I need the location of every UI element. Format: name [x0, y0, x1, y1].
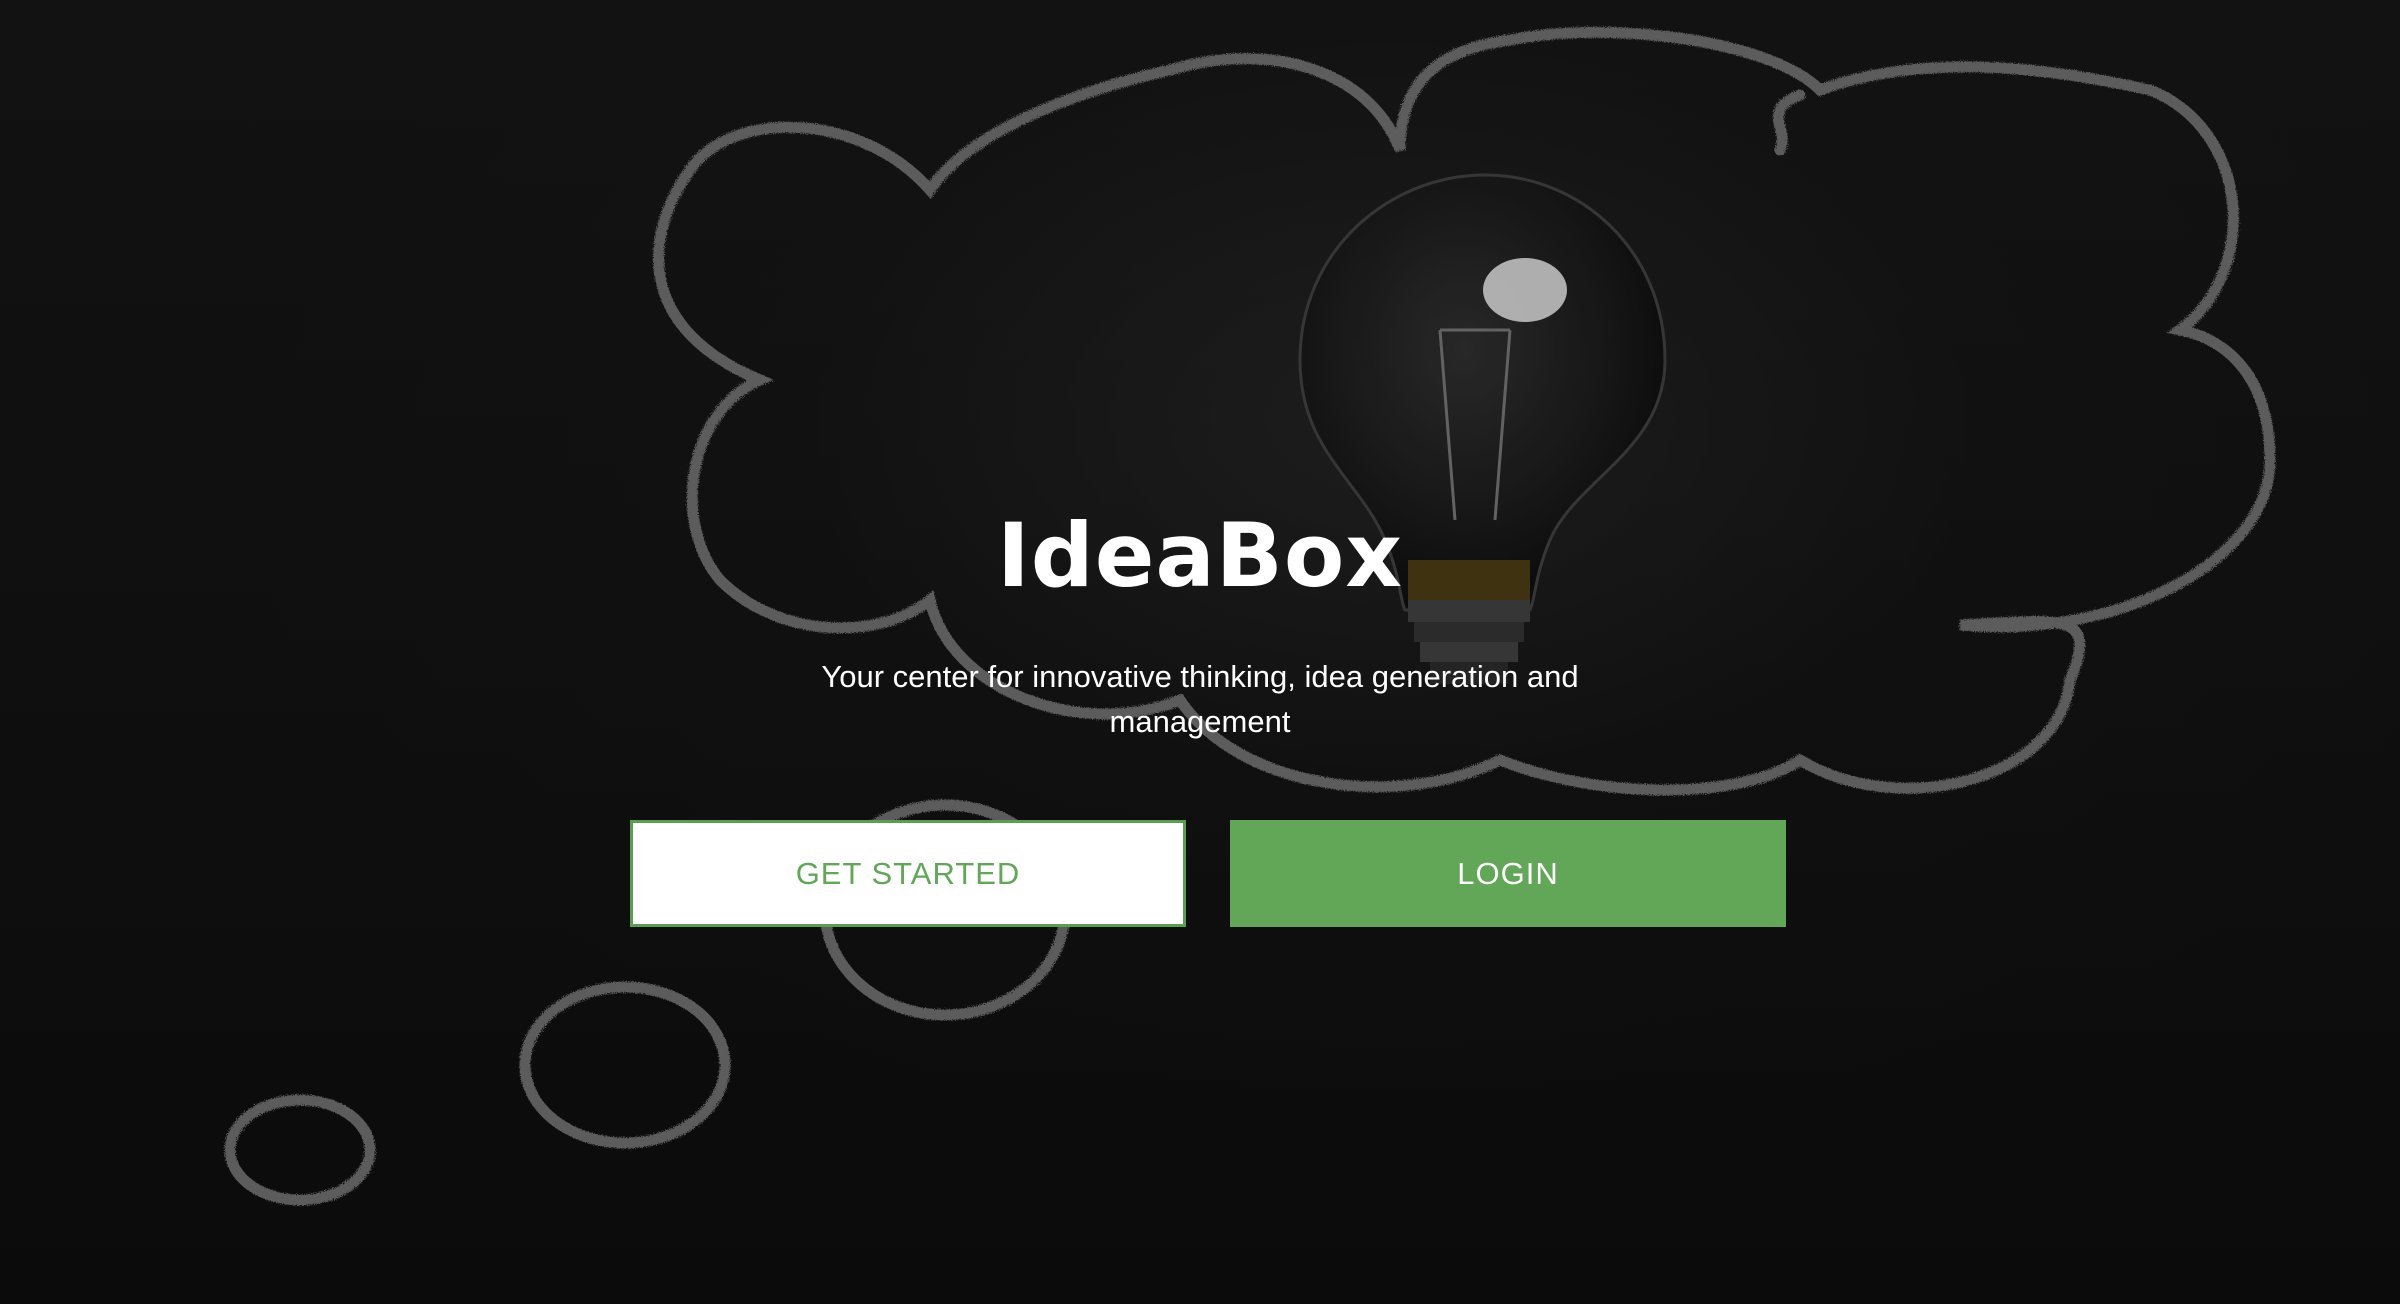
hero-content: IdeaBox Your center for innovative think… — [0, 0, 2400, 1304]
tagline: Your center for innovative thinking, ide… — [800, 654, 1600, 744]
get-started-button[interactable]: GET STARTED — [630, 820, 1186, 927]
tagline-line-1: Your center for innovative thinking, ide… — [821, 659, 1579, 694]
app-logo: IdeaBox — [996, 504, 1404, 607]
hero-section: IdeaBox Your center for innovative think… — [0, 0, 2400, 1304]
login-button[interactable]: LOGIN — [1230, 820, 1786, 927]
tagline-line-2: management — [1109, 704, 1291, 739]
